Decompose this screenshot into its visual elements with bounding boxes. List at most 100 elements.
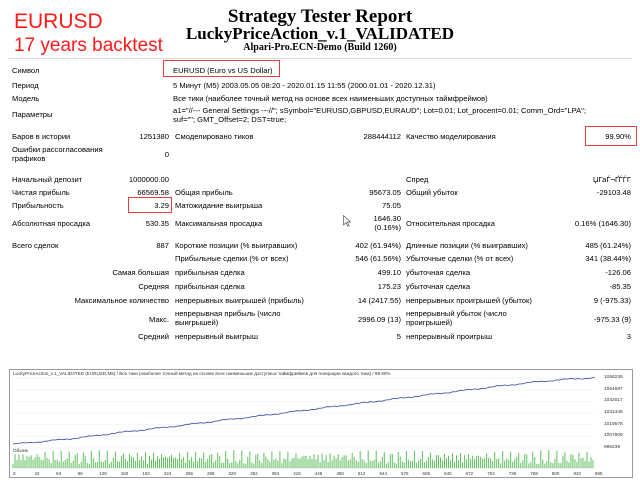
ticks-label: Смоделировано тиков [175, 132, 254, 141]
symbol-label: Символ [12, 66, 40, 75]
x-tick-label: 320 [228, 471, 237, 476]
largest-loss-value: -126.06 [605, 268, 631, 277]
max-drawdown-pct: (0.16%) [374, 223, 401, 232]
params-line1: a1="//--- General Settings ---//"; sSymb… [173, 106, 586, 115]
model-value: Все тики (наиболее точный метод на основ… [173, 94, 488, 103]
y-tick-label: 1007809 [604, 433, 623, 439]
expected-payoff-label: Матожидание выигрыша [175, 201, 263, 210]
x-tick-label: 576 [401, 471, 409, 476]
ea-name: LuckyPriceAction_v.1_VALIDATED [185, 24, 455, 43]
x-tick-label: 288 [207, 471, 215, 476]
x-tick-label: 416 [293, 471, 301, 476]
volume-label: Объем [13, 448, 28, 453]
max-consec-profit-label1: непрерывная прибыль (число [175, 309, 281, 318]
gross-loss-label: Общий убыток [406, 188, 458, 197]
balance-plot [12, 377, 595, 469]
y-tick-label: 1054587 [604, 386, 623, 392]
abs-drawdown-label: Абсолютная просадка [12, 219, 91, 228]
gross-profit-label: Общая прибыль [175, 188, 233, 197]
profit-factor-highlight [128, 197, 172, 213]
net-profit-value: 66569.58 [137, 188, 169, 197]
average-profit-value: 175.23 [377, 282, 401, 291]
quality-highlight [585, 126, 637, 146]
avg-consec-label: Средний [138, 332, 169, 341]
avg-consec-losses-label: непрерывный проигрыш [406, 332, 493, 341]
quality-label: Качество моделирования [406, 132, 496, 141]
largest-profit-value: 499.10 [377, 268, 401, 277]
x-tick-label: 832 [573, 471, 581, 476]
mouse-cursor-icon [343, 215, 351, 227]
avg-consec-wins-value: 5 [396, 332, 401, 341]
x-tick-label: 0 [13, 471, 16, 476]
max-consec-profit-value: 2996.09 (13) [357, 315, 401, 324]
profit-factor-label: Прибыльность [12, 201, 64, 210]
max-consec-loss-label2: проигрышей) [406, 318, 453, 327]
errors-value: 0 [164, 150, 169, 159]
bars-value: 1251380 [139, 132, 169, 141]
largest-loss-label: убыточная сделка [406, 268, 471, 277]
x-tick-label: 128 [99, 471, 107, 476]
y-tick-label: 996239 [604, 445, 621, 450]
average-loss-value: -85.35 [609, 282, 631, 291]
max-consec-losses-label: непрерывных проигрышей (убыток) [406, 296, 532, 305]
x-tick-label: 64 [56, 471, 62, 476]
max-count-label: Максимальное количество [74, 296, 169, 305]
x-tick-label: 224 [163, 471, 172, 476]
x-tick-label: 160 [120, 471, 129, 476]
short-positions-label: Короткие позиции (% выигравших) [175, 241, 298, 250]
x-tick-label: 512 [357, 471, 366, 476]
max-consec-losses-value: 9 (-975.33) [593, 296, 631, 305]
total-trades-value: 887 [156, 241, 169, 250]
gross-profit-value: 95673.05 [369, 188, 401, 197]
loss-trades-label: Убыточные сделки (% от всех) [406, 254, 514, 263]
x-tick-label: 384 [271, 471, 280, 476]
deposit-label: Начальный депозит [12, 175, 83, 184]
separator [8, 58, 632, 59]
x-tick-label: 640 [444, 471, 452, 476]
spread-label: Спред [406, 175, 429, 184]
profit-trades-value: 546 (61.56%) [355, 254, 401, 263]
x-tick-label: 256 [185, 471, 193, 476]
avg-consec-losses-value: 3 [626, 332, 631, 341]
max-consec-profit-label2: выигрышей) [175, 318, 219, 327]
x-tick-label: 704 [487, 471, 495, 476]
largest-profit-label: прибыльная сделка [175, 268, 245, 277]
bars-label: Баров в истории [12, 132, 71, 141]
total-trades-label: Всего сделок [12, 241, 59, 250]
rel-drawdown-value: 0.16% (1646.30) [574, 219, 631, 228]
long-positions-value: 485 (61.24%) [585, 241, 631, 250]
period-value: 5 Минут (M5) 2003.05.05 08:20 - 2020.01.… [173, 81, 436, 90]
abs-drawdown-value: 530.35 [145, 219, 169, 228]
x-tick-label: 352 [250, 471, 258, 476]
max-consec-loss-value: -975.33 (9) [593, 315, 631, 324]
long-positions-label: Длинные позиции (% выигравших) [406, 241, 528, 250]
largest-label: Самая большая [112, 268, 169, 277]
params-line2: suf=""; GMT_Offset=2; DST=true; [173, 115, 287, 124]
max-label: Макс. [149, 315, 169, 324]
errors-label: Ошибки рассогласования графиков [12, 145, 103, 163]
rel-drawdown-label: Относительная просадка [406, 219, 495, 228]
deposit-value: 1000000.00 [128, 175, 169, 184]
profit-trades-label: Прибыльные сделки (% от всех) [175, 254, 289, 263]
balance-line [12, 377, 595, 445]
y-tick-label: 1066236 [604, 375, 623, 380]
x-tick-label: 192 [142, 471, 150, 476]
max-drawdown-value: 1646.30 [373, 214, 401, 223]
average-profit-label: прибыльная сделка [175, 282, 245, 291]
ticks-value: 288444112 [363, 132, 401, 141]
period-label: Период [12, 81, 39, 90]
y-tick-label: 1042017 [604, 398, 623, 404]
server-info: Alpari-Pro.ECN-Demo (Build 1260) [243, 42, 397, 53]
x-tick-label: 32 [34, 471, 40, 476]
balance-chart: LuckyPriceAction_v.1_VALIDATED (EURUSD,M… [9, 369, 633, 478]
avg-consec-wins-label: непрерывный выигрыш [175, 332, 258, 341]
gross-loss-value: -29103.48 [596, 188, 631, 197]
average-label: Средняя [138, 282, 169, 291]
x-tick-label: 736 [508, 471, 517, 476]
x-tick-label: 672 [465, 471, 474, 476]
params-label: Параметры [12, 110, 53, 119]
model-label: Модель [12, 94, 40, 103]
y-tick-label: 1031446 [604, 410, 623, 415]
expected-payoff-value: 75.05 [381, 201, 401, 210]
symbol-highlight [163, 60, 280, 77]
